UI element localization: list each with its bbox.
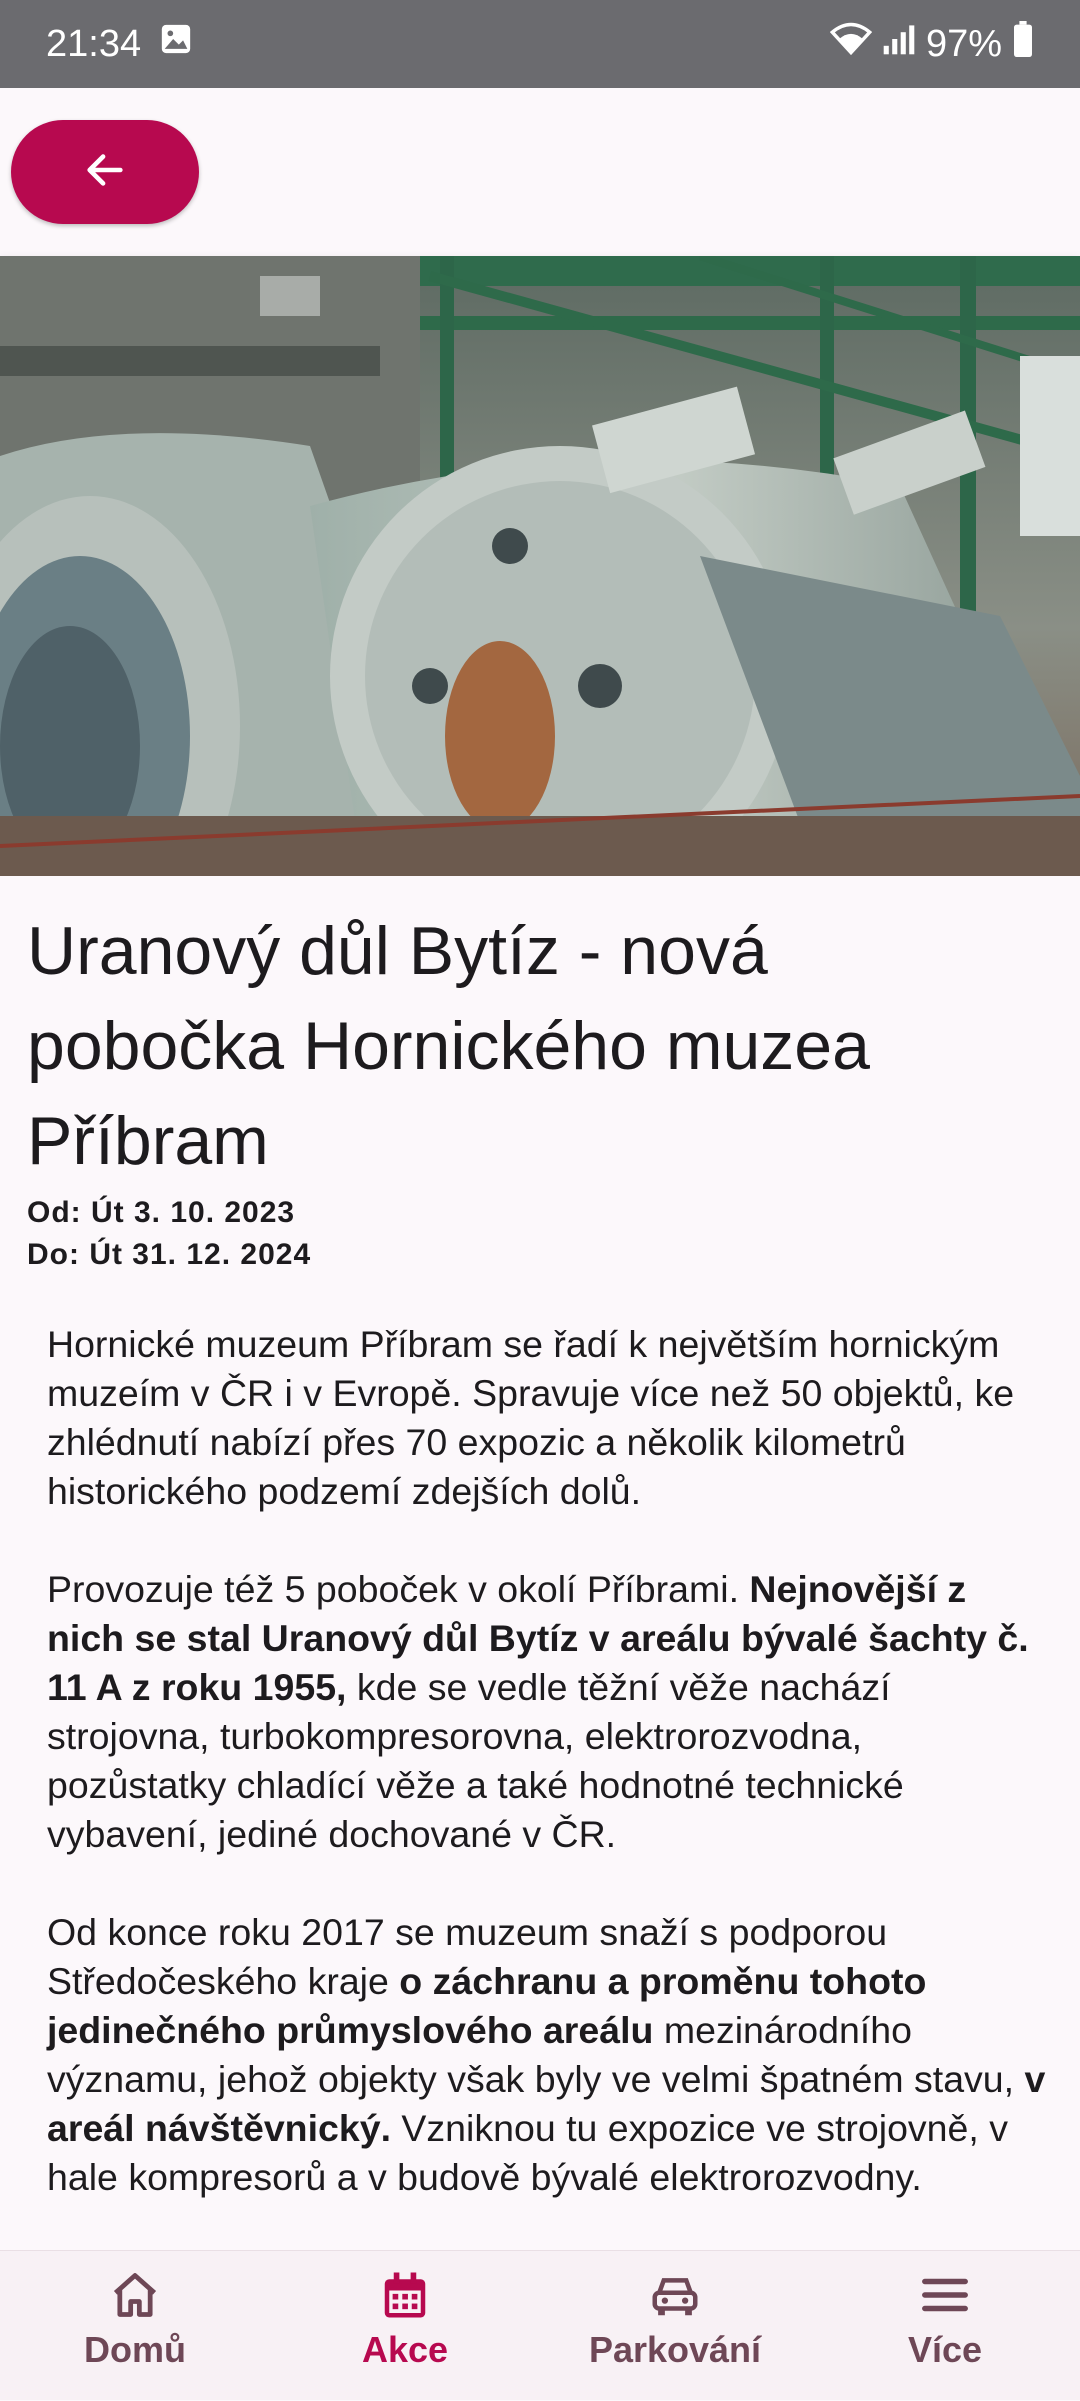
battery-level: 97% <box>925 22 1002 65</box>
car-icon <box>645 2265 705 2325</box>
event-hero-image <box>0 256 1080 876</box>
status-left: 21:34 <box>46 22 193 66</box>
home-icon <box>105 2265 165 2325</box>
nav-label-events: Akce <box>361 2329 449 2370</box>
event-detail-content: Uranový důl Bytíz - nová pobočka Hornick… <box>0 876 1080 2250</box>
battery-icon <box>1012 21 1034 67</box>
nav-label-more: Více <box>907 2329 983 2370</box>
status-right: 97% <box>829 21 1034 67</box>
nav-item-events[interactable]: Akce <box>270 2251 540 2401</box>
event-date-from: Od: Út 3. 10. 2023 <box>27 1196 296 1229</box>
description-paragraph-1: Hornické muzeum Příbram se řadí k největ… <box>47 1323 1015 1512</box>
arrow-left-icon <box>82 147 128 198</box>
nav-label-home: Domů <box>84 2329 186 2370</box>
nav-label-parking: Parkování <box>588 2329 762 2370</box>
nav-item-parking[interactable]: Parkování <box>540 2251 810 2401</box>
status-bar: 21:34 97% <box>0 0 1080 88</box>
nav-item-home[interactable]: Domů <box>0 2251 270 2401</box>
event-title: Uranový důl Bytíz - nová pobočka Hornick… <box>27 913 870 1179</box>
paragraph-text: Provozuje též 5 poboček v okolí Příbrami… <box>47 1568 750 1610</box>
nav-item-more[interactable]: Více <box>810 2251 1080 2401</box>
event-date-to: Do: Út 31. 12. 2024 <box>27 1238 312 1271</box>
app-bar <box>0 88 1080 256</box>
wifi-icon <box>829 22 873 66</box>
menu-icon <box>915 2265 975 2325</box>
event-description: Hornické muzeum Příbram se řadí k největ… <box>47 1320 1047 2250</box>
back-button[interactable] <box>11 120 199 224</box>
status-time: 21:34 <box>46 22 142 65</box>
gallery-notification-icon <box>159 22 193 66</box>
event-dates: Od: Út 3. 10. 2023 Do: Út 31. 12. 2024 <box>27 1192 311 1276</box>
description-paragraph-2: Provozuje též 5 poboček v okolí Příbrami… <box>47 1565 1047 1859</box>
description-paragraph-3: Od konce roku 2017 se muzeum snaží s pod… <box>47 1908 1047 2202</box>
bottom-navigation: Domů Akce Parkování Více <box>0 2250 1080 2400</box>
calendar-icon <box>375 2265 435 2325</box>
signal-icon <box>882 22 916 66</box>
